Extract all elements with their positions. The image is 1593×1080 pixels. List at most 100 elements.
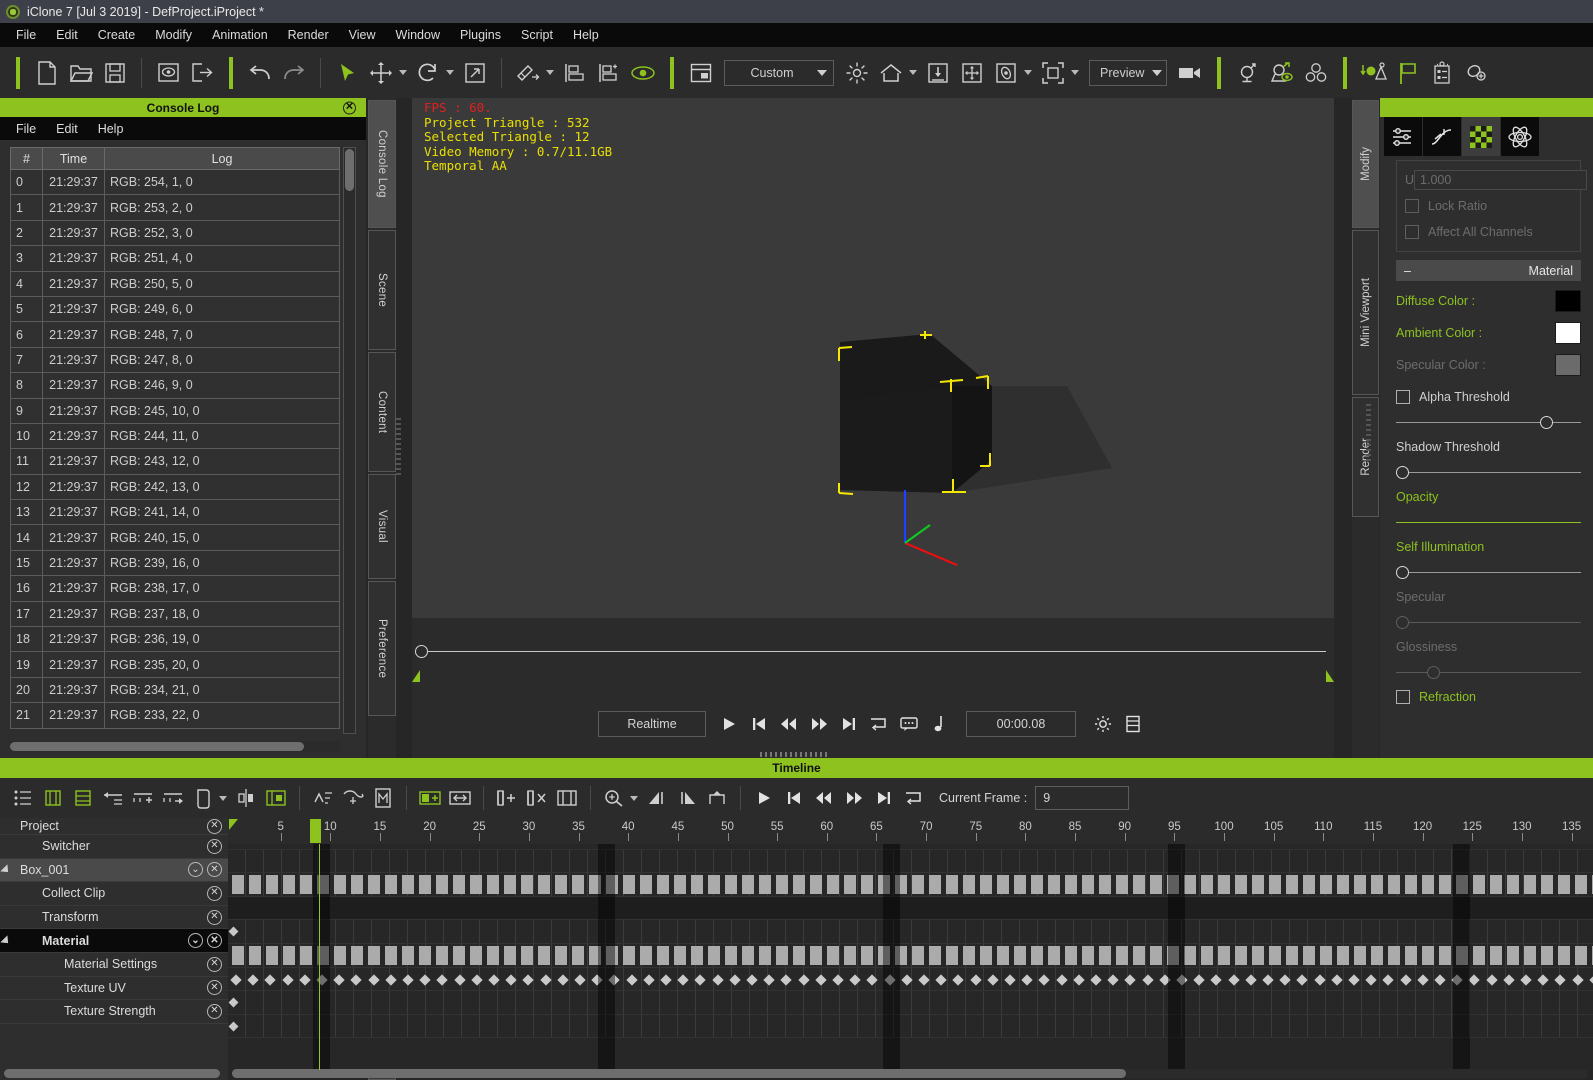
- material-section-header[interactable]: – Material: [1396, 260, 1581, 281]
- save-project-icon[interactable]: [98, 56, 132, 90]
- alpha-threshold-slider[interactable]: [1396, 413, 1581, 431]
- stretch-keys-icon[interactable]: [445, 783, 475, 813]
- keyframe-marker[interactable]: [643, 973, 655, 986]
- log-row[interactable]: 20 21:29:37 RGB: 234, 21, 0: [10, 676, 340, 704]
- ground-snap-icon[interactable]: [921, 56, 955, 90]
- log-row[interactable]: 9 21:29:37 RGB: 245, 10, 0: [10, 397, 340, 424]
- keyframe-marker[interactable]: [1210, 973, 1223, 986]
- current-frame-input[interactable]: 9: [1035, 786, 1130, 810]
- zoom-to-end-icon[interactable]: [672, 783, 702, 813]
- keyframe-marker[interactable]: [832, 973, 844, 986]
- copy-clip-icon[interactable]: [188, 783, 218, 813]
- speech-icon[interactable]: [894, 710, 924, 738]
- keyframe-marker[interactable]: [1124, 973, 1137, 986]
- export-icon[interactable]: [185, 56, 219, 90]
- keyframe-marker[interactable]: [1313, 973, 1326, 986]
- log-row[interactable]: 0 21:29:37 RGB: 254, 1, 0: [10, 168, 340, 196]
- orbit-icon[interactable]: [989, 56, 1023, 90]
- timeline-jump-start-icon[interactable]: [779, 783, 809, 813]
- keyframe-marker[interactable]: [1193, 973, 1205, 986]
- log-row[interactable]: 21 21:29:37 RGB: 233, 22, 0: [10, 702, 340, 729]
- left-tab-preference[interactable]: Preference: [368, 581, 396, 716]
- left-tab-content[interactable]: Content: [368, 352, 396, 472]
- keyframe-marker[interactable]: [488, 973, 500, 986]
- keyframe-marker[interactable]: [797, 973, 810, 986]
- keyframe-marker[interactable]: [1073, 973, 1085, 986]
- keyframe-marker[interactable]: [1090, 973, 1102, 986]
- track-mute-button[interactable]: ✕: [207, 933, 222, 949]
- keyframe-marker[interactable]: [918, 973, 930, 986]
- right-tab-modify[interactable]: Modify: [1352, 100, 1379, 228]
- keyframe-marker[interactable]: [1417, 973, 1429, 986]
- track-row-texture-uv[interactable]: Texture UV ✕: [0, 977, 228, 1001]
- console-menu-item-help[interactable]: Help: [88, 119, 134, 139]
- keyframe-marker[interactable]: [694, 973, 707, 986]
- slider-knob-2[interactable]: [1396, 466, 1409, 479]
- 3d-viewport[interactable]: FPS : 60. Project Triangle : 532 Selecte…: [412, 98, 1334, 618]
- keyframe-marker[interactable]: [281, 973, 294, 986]
- keyframe-marker[interactable]: [780, 973, 793, 986]
- slider-knob[interactable]: [1540, 416, 1554, 429]
- keyframe-marker[interactable]: [419, 973, 431, 986]
- console-log-vertical-scrollbar[interactable]: [343, 147, 356, 734]
- affect-all-channels-checkbox[interactable]: [1405, 225, 1419, 239]
- link-icon[interactable]: [1459, 56, 1493, 90]
- log-row[interactable]: 10 21:29:37 RGB: 244, 11, 0: [10, 422, 340, 450]
- shift-left-icon[interactable]: [98, 783, 128, 813]
- viewport-time-slider[interactable]: [412, 618, 1334, 690]
- select-tool-icon[interactable]: [330, 56, 364, 90]
- slider-knob-6[interactable]: [1427, 666, 1441, 679]
- tracklist-horizontal-scrollbar[interactable]: [4, 1069, 220, 1078]
- zoom-icon[interactable]: [599, 783, 629, 813]
- right-tab-mini-viewport[interactable]: Mini Viewport: [1352, 230, 1379, 395]
- realtime-mode-button[interactable]: Realtime: [598, 711, 706, 737]
- menu-item-edit[interactable]: Edit: [46, 25, 88, 45]
- menu-item-view[interactable]: View: [339, 25, 386, 45]
- console-menu-item-file[interactable]: File: [6, 119, 46, 139]
- keyframe-marker[interactable]: [849, 973, 861, 986]
- alpha-threshold-row[interactable]: Alpha Threshold: [1384, 381, 1593, 413]
- keyframe-marker[interactable]: [1520, 973, 1532, 986]
- attach-icon[interactable]: [511, 56, 545, 90]
- preview-icon[interactable]: [151, 56, 185, 90]
- log-row[interactable]: 14 21:29:37 RGB: 240, 15, 0: [10, 524, 340, 551]
- expand-triangle-icon[interactable]: [0, 864, 12, 876]
- scale-tool-icon[interactable]: [458, 56, 492, 90]
- step-back-icon[interactable]: [774, 710, 804, 738]
- zoom-dropdown-caret[interactable]: [630, 795, 638, 801]
- light-icon[interactable]: [840, 56, 874, 90]
- rotate-tool-dropdown-caret[interactable]: [446, 70, 454, 75]
- layout-icon[interactable]: [684, 56, 718, 90]
- log-row[interactable]: 5 21:29:37 RGB: 249, 6, 0: [10, 295, 340, 323]
- list-icon[interactable]: [1118, 710, 1148, 738]
- eye-visibility-icon[interactable]: [626, 56, 660, 90]
- expand-triangle-icon[interactable]: [0, 935, 12, 947]
- keyframe-marker[interactable]: [1279, 973, 1291, 986]
- tab-physics-atom-icon[interactable]: [1501, 117, 1540, 156]
- keyframe-marker[interactable]: [350, 973, 363, 986]
- copy-clip-dropdown-caret[interactable]: [219, 795, 227, 801]
- keyframe-marker[interactable]: [367, 973, 380, 986]
- timeline-horizontal-scrollbar[interactable]: [232, 1069, 1587, 1078]
- menu-item-window[interactable]: Window: [386, 25, 450, 45]
- zoom-to-start-icon[interactable]: [642, 783, 672, 813]
- keyframe-marker[interactable]: [866, 973, 879, 986]
- timeline-track-lane[interactable]: [228, 944, 1593, 968]
- keyframe-marker[interactable]: [935, 973, 947, 986]
- lock-ratio-checkbox[interactable]: [1405, 199, 1419, 213]
- menu-item-modify[interactable]: Modify: [145, 25, 202, 45]
- keyframe-marker[interactable]: [505, 973, 517, 986]
- keyframe-marker[interactable]: [299, 973, 311, 986]
- keyframe-marker[interactable]: [1399, 973, 1412, 986]
- light-tool-icon[interactable]: [1231, 56, 1265, 90]
- keyframe-marker[interactable]: [1382, 973, 1395, 986]
- align-icon[interactable]: [558, 56, 592, 90]
- select-range-icon[interactable]: [552, 783, 582, 813]
- uv-u-input[interactable]: [1414, 170, 1588, 190]
- track-mute-button[interactable]: ✕: [207, 956, 222, 972]
- add-key-icon[interactable]: [415, 783, 445, 813]
- keyframe-marker[interactable]: [1021, 973, 1033, 986]
- right-panel-resize-grip[interactable]: [1366, 404, 1371, 462]
- motion-layer-icon[interactable]: [368, 783, 398, 813]
- menu-item-help[interactable]: Help: [563, 25, 609, 45]
